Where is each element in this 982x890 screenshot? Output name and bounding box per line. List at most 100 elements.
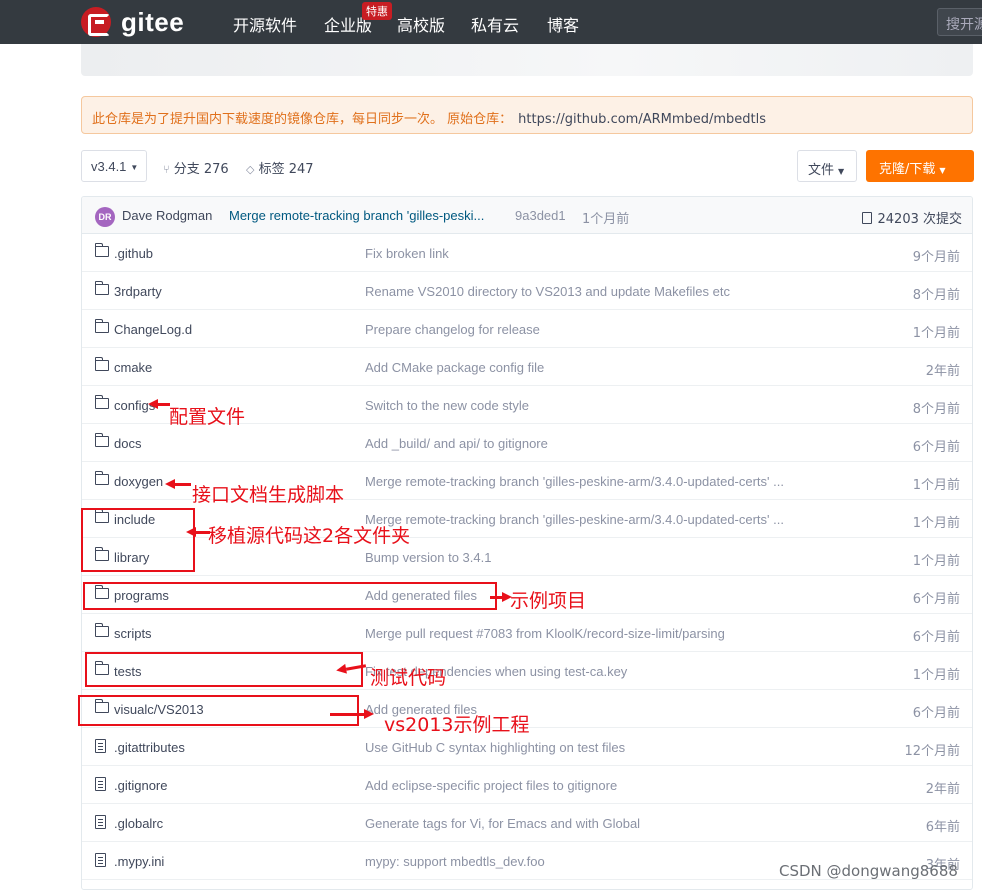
file-name-link[interactable]: .globalrc [114, 816, 163, 831]
highlight-include-library [81, 508, 195, 572]
file-commit-message[interactable]: Generate tags for Vi, for Emacs and with… [365, 816, 825, 831]
annotation-programs: 示例项目 [510, 590, 587, 612]
nav-item-private-cloud[interactable]: 私有云 [471, 12, 519, 36]
file-commit-message[interactable]: Use GitHub C syntax highlighting on test… [365, 740, 825, 755]
file-row[interactable]: ChangeLog.d Prepare changelog for release… [82, 310, 972, 348]
file-commit-time: 8个月前 [912, 402, 960, 417]
caret-down-icon: ▼ [130, 163, 139, 173]
file-commit-message[interactable]: Add CMake package config file [365, 360, 825, 375]
file-name-link[interactable]: .gitignore [114, 778, 167, 793]
nav-item-opensource[interactable]: 开源软件 [233, 12, 297, 36]
file-commit-time: 6个月前 [912, 440, 960, 455]
folder-icon [95, 357, 109, 371]
folder-icon [95, 623, 109, 637]
file-name-link[interactable]: docs [114, 436, 141, 451]
highlight-programs [83, 582, 497, 610]
file-name-link[interactable]: 3rdparty [114, 284, 162, 299]
promo-badge: 特惠 [362, 2, 392, 20]
commit-sha[interactable]: 9a3ded1 [515, 208, 566, 223]
branches-link[interactable]: ⑂ 分支 276 [163, 158, 229, 177]
file-menu-button[interactable]: 文件 ▼ [797, 150, 857, 182]
file-commit-time: 2年前 [925, 364, 960, 379]
annotation-include-library: 移植源代码这2各文件夹 [208, 525, 411, 547]
folder-icon [95, 319, 109, 333]
tags-link[interactable]: ◇ 标签 247 [246, 158, 314, 177]
file-name-link[interactable]: .gitattributes [114, 740, 185, 755]
logo-text: gitee [121, 6, 185, 37]
notice-text: 此仓库是为了提升国内下载速度的镜像仓库，每日同步一次。 原始仓库： [92, 112, 513, 127]
file-row[interactable]: .globalrc Generate tags for Vi, for Emacs… [82, 804, 972, 842]
highlight-visualc [78, 695, 359, 726]
file-commit-message[interactable]: mypy: support mbedtls_dev.foo [365, 854, 825, 869]
file-row[interactable]: .github Fix broken link 9个月前 [82, 234, 972, 272]
annotation-arrow [165, 479, 191, 489]
gitee-logo[interactable]: gitee [81, 6, 184, 38]
annotation-arrow [330, 709, 374, 719]
mirror-notice: 此仓库是为了提升国内下载速度的镜像仓库，每日同步一次。 原始仓库： https:/… [81, 96, 973, 134]
branch-select[interactable]: v3.4.1 ▼ [81, 150, 147, 182]
file-name-link[interactable]: scripts [114, 626, 152, 641]
branches-count: 分支 276 [173, 162, 229, 177]
clone-download-label: 克隆/下载 [879, 162, 936, 177]
annotation-configs: 配置文件 [169, 406, 246, 428]
file-commit-message[interactable]: Fix broken link [365, 246, 825, 261]
branch-icon: ⑂ [163, 163, 170, 176]
file-commit-time: 6个月前 [912, 630, 960, 645]
annotation-doxygen: 接口文档生成脚本 [192, 484, 345, 506]
branch-select-label: v3.4.1 [91, 159, 127, 174]
commits-icon [861, 212, 872, 224]
file-commit-message[interactable]: Prepare changelog for release [365, 322, 825, 337]
file-commit-time: 1个月前 [912, 516, 960, 531]
file-name-link[interactable]: doxygen [114, 474, 163, 489]
latest-commit-bar: DR Dave Rodgman Merge remote-tracking br… [82, 197, 972, 234]
nav-item-blog[interactable]: 博客 [547, 12, 579, 36]
watermark: CSDN @dongwang8688 [779, 862, 958, 880]
gitee-logo-icon [81, 7, 111, 37]
commit-message[interactable]: Merge remote-tracking branch 'gilles-pes… [229, 208, 511, 223]
clone-download-button[interactable]: 克隆/下载 ▼ [866, 150, 974, 182]
folder-icon [95, 395, 109, 409]
file-name-link[interactable]: .mypy.ini [114, 854, 164, 869]
file-icon [95, 815, 106, 829]
file-name-link[interactable]: ChangeLog.d [114, 322, 192, 337]
commit-author[interactable]: Dave Rodgman [122, 208, 212, 223]
commit-count: 24203 次提交 [877, 212, 963, 227]
file-commit-time: 12个月前 [904, 744, 960, 759]
file-name-link[interactable]: .github [114, 246, 153, 261]
file-commit-time: 1个月前 [912, 668, 960, 683]
file-commit-message[interactable]: Bump version to 3.4.1 [365, 550, 825, 565]
search-input[interactable]: 搜开源 [937, 8, 982, 36]
folder-icon [95, 433, 109, 447]
file-name-link[interactable]: cmake [114, 360, 152, 375]
file-commit-message[interactable]: Merge pull request #7083 from KloolK/rec… [365, 626, 825, 641]
file-commit-message[interactable]: Add eclipse-specific project files to gi… [365, 778, 825, 793]
commit-count-link[interactable]: 24203 次提交 [861, 208, 963, 227]
file-commit-message[interactable]: Merge remote-tracking branch 'gilles-pes… [365, 512, 825, 527]
file-commit-message[interactable]: Switch to the new code style [365, 398, 825, 413]
tags-count: 标签 247 [258, 162, 314, 177]
file-row[interactable]: .gitignore Add eclipse-specific project f… [82, 766, 972, 804]
file-row[interactable]: 3rdparty Rename VS2010 directory to VS201… [82, 272, 972, 310]
caret-down-icon: ▼ [939, 166, 946, 175]
file-commit-message[interactable]: Rename VS2010 directory to VS2013 and up… [365, 284, 825, 299]
file-row[interactable]: cmake Add CMake package config file 2年前 [82, 348, 972, 386]
file-commit-time: 9个月前 [912, 250, 960, 265]
avatar[interactable]: DR [95, 207, 115, 227]
tag-icon: ◇ [246, 163, 255, 176]
nav-item-education[interactable]: 高校版 [397, 12, 445, 36]
file-commit-message[interactable]: Merge remote-tracking branch 'gilles-pes… [365, 474, 825, 489]
caret-down-icon: ▼ [838, 167, 845, 176]
file-commit-time: 8个月前 [912, 288, 960, 303]
origin-repo-link[interactable]: https://github.com/ARMmbed/mbedtls [518, 112, 766, 127]
folder-icon [95, 471, 109, 485]
file-commit-time: 6年前 [925, 820, 960, 835]
file-commit-time: 2年前 [925, 782, 960, 797]
highlight-tests [85, 652, 363, 687]
file-icon [95, 739, 106, 753]
file-commit-time: 6个月前 [912, 706, 960, 721]
file-commit-message[interactable]: Add _build/ and api/ to gitignore [365, 436, 825, 451]
file-row[interactable]: docs Add _build/ and api/ to gitignore 6个月… [82, 424, 972, 462]
file-icon [95, 853, 106, 867]
file-commit-time: 6个月前 [912, 592, 960, 607]
file-row[interactable]: scripts Merge pull request #7083 from Klo… [82, 614, 972, 652]
